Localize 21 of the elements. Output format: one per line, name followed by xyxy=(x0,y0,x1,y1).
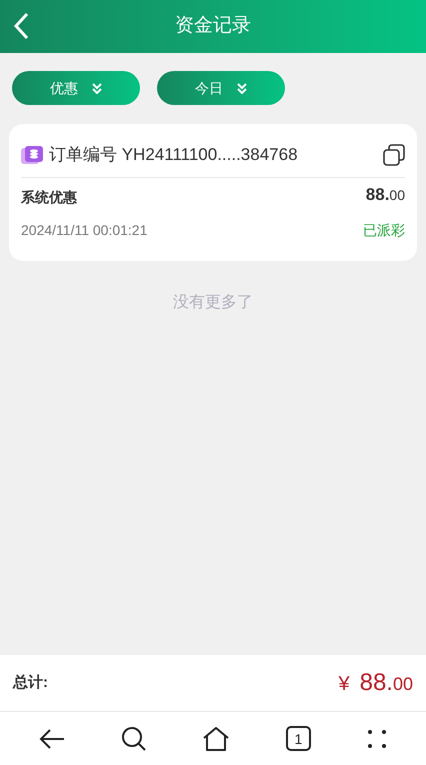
home-icon[interactable] xyxy=(202,726,230,752)
record-type: 系统优惠 xyxy=(21,188,77,206)
search-icon[interactable] xyxy=(121,726,148,752)
back-icon xyxy=(13,12,29,40)
end-message: 没有更多了 xyxy=(173,292,253,312)
record-time: 2024/11/11 00:01:21 xyxy=(21,220,148,240)
coin-stack-icon xyxy=(21,144,43,165)
filter-dropdown[interactable]: 今日 xyxy=(157,71,285,105)
chevron-down-icon xyxy=(237,82,247,94)
copy-icon[interactable] xyxy=(383,144,405,166)
order-number: 订单编号 YH24111100.....384768 xyxy=(49,144,298,166)
record-amount: 88.00 xyxy=(366,184,405,206)
chevron-down-icon xyxy=(92,82,102,94)
total-amount: ¥ 88.00 xyxy=(338,668,413,698)
filter-dropdown[interactable]: 优惠 xyxy=(12,71,140,105)
tabs-button[interactable]: 1 xyxy=(286,726,311,751)
more-icon[interactable] xyxy=(366,728,388,750)
page-title: 资金记录 xyxy=(175,14,251,38)
total-label: 总计: xyxy=(13,672,48,693)
back-arrow-icon[interactable] xyxy=(38,726,66,750)
record-status: 已派彩 xyxy=(363,220,405,240)
